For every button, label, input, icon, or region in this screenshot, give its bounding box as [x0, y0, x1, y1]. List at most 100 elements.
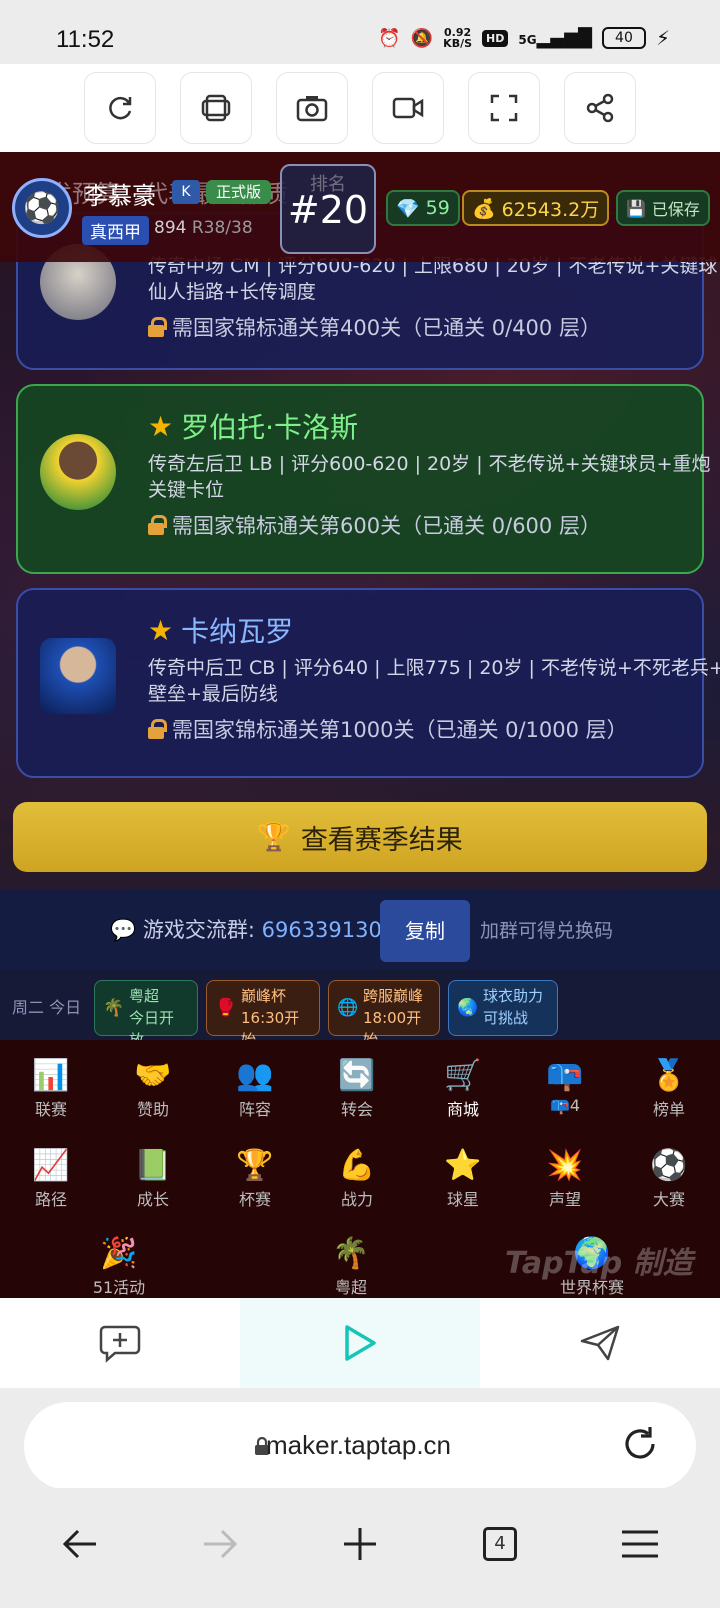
charging-icon: ⚡ [655, 26, 670, 50]
player-avatar [40, 638, 116, 714]
forward-button[interactable] [180, 1512, 260, 1576]
tab-count: 4 [483, 1527, 517, 1561]
share-icon [586, 93, 614, 123]
card-desc: 传奇中后卫 CB | 评分640 | 上限775 | 20岁 | 不老传说+不死… [148, 657, 720, 679]
star-icon: ★ [148, 409, 174, 443]
menu-cup[interactable]: 🏆 杯赛 [210, 1146, 300, 1210]
card-title: ★ 卡纳瓦罗 [148, 613, 294, 649]
plus-icon [344, 1528, 376, 1560]
lock-icon [148, 317, 167, 337]
fullscreen-icon [490, 94, 518, 122]
palm-tree-icon: 🌴 [332, 1236, 370, 1271]
gems-counter[interactable]: 💎 59 [386, 190, 460, 226]
rank-box[interactable]: 排名 #20 [280, 164, 376, 254]
legend-card-cannavaro[interactable]: ★ 卡纳瓦罗 传奇中后卫 CB | 评分640 | 上限775 | 20岁 | … [16, 588, 720, 778]
tabs-button[interactable]: 4 [460, 1512, 540, 1576]
soccer-ball-icon: ⚽ [23, 190, 61, 226]
menu-power[interactable]: 💪 战力 [312, 1146, 402, 1210]
browser-toolbar [0, 64, 720, 152]
menu-event-51[interactable]: 🎉 51活动 [74, 1234, 164, 1298]
status-icons: ⏰ 🔕 0.92 KB/S HD 5G▂▄▆█ 40 ⚡ [378, 26, 670, 50]
trend-chart-icon: 📈 [32, 1148, 70, 1183]
reload-icon [625, 1427, 655, 1459]
status-bar: 11:52 ⏰ 🔕 0.92 KB/S HD 5G▂▄▆█ 40 ⚡ [0, 0, 720, 64]
party-popper-icon: 🎉 [100, 1236, 138, 1271]
event-peak-cup[interactable]: 🥊 巅峰杯16:30开始 [206, 980, 320, 1049]
save-icon: 💾 [626, 198, 646, 218]
money-counter[interactable]: 💰 62543.2万 [462, 190, 610, 226]
palm-tree-icon: 🌴 [103, 998, 125, 1018]
handshake-icon: 🤝 [134, 1058, 172, 1093]
menu-growth[interactable]: 📗 成长 [108, 1146, 198, 1210]
menu-mail[interactable]: 📪 📪4 [520, 1056, 610, 1115]
refresh-button[interactable] [84, 72, 156, 144]
card-desc-2: 仙人指路+长传调度 [148, 281, 316, 303]
menu-path[interactable]: 📈 路径 [6, 1146, 96, 1210]
action-bar [0, 1298, 720, 1388]
taptap-watermark: TapTap 制造 [505, 1246, 693, 1281]
main-menu: 📊 联赛 🤝 赞助 👥 阵容 🔄 转会 🛒 商城 📪 📪4 🏅 榜单 📈 路径 📗 成长 🏆 杯赛 … [0, 1040, 720, 1298]
lock-icon [148, 719, 167, 739]
card-title: ★ 罗伯托·卡洛斯 [148, 409, 359, 445]
star-icon: ★ [148, 613, 174, 647]
event-cross-server[interactable]: 🌐 跨服巅峰18:00开始 [328, 980, 440, 1049]
comment-button[interactable] [0, 1298, 240, 1388]
menu-shop[interactable]: 🛒 商城 [418, 1056, 508, 1120]
menu-stars[interactable]: ⭐ 球星 [418, 1146, 508, 1210]
card-desc-2: 壁垒+最后防线 [148, 683, 278, 705]
share-button[interactable] [564, 72, 636, 144]
burst-icon: 💥 [546, 1148, 584, 1183]
copy-button[interactable]: 复制 [380, 900, 470, 962]
record-button[interactable] [372, 72, 444, 144]
unlock-requirement: 需国家锦标通关第600关（已通关 0/600 层） [148, 510, 601, 540]
game-viewport: 传奇中场 CM | 评分600-620 | 上限680 | 20岁 | 不老传说… [0, 152, 720, 1298]
gem-icon: 💎 [396, 197, 420, 220]
rank-value: #20 [287, 188, 369, 232]
url-text: maker.taptap.cn [266, 1430, 451, 1460]
net-speed: 0.92 KB/S [443, 26, 473, 50]
back-button[interactable] [40, 1512, 120, 1576]
earth-icon: 🌏 [457, 998, 479, 1018]
reload-button[interactable] [620, 1424, 660, 1468]
play-button[interactable] [240, 1298, 480, 1388]
season-results-button[interactable]: 🏆 查看赛季结果 [13, 802, 707, 872]
menu-reputation[interactable]: 💥 声望 [520, 1146, 610, 1210]
league-badge: 真西甲 [82, 216, 149, 245]
menu-button[interactable] [600, 1512, 680, 1576]
unlock-requirement: 需国家锦标通关第1000关（已通关 0/1000 层） [148, 714, 628, 744]
club-avatar[interactable]: ⚽ [12, 178, 72, 238]
event-yuechao[interactable]: 🌴 粤超今日开放 [94, 980, 198, 1049]
menu-ranking[interactable]: 🏅 榜单 [624, 1056, 714, 1120]
comment-add-icon [99, 1325, 141, 1363]
url-field[interactable]: maker.taptap.cn [24, 1402, 696, 1490]
signal-icon: 5G▂▄▆█ [518, 27, 592, 49]
fullscreen-button[interactable] [468, 72, 540, 144]
screenshot-button[interactable] [276, 72, 348, 144]
refresh-icon [109, 96, 132, 120]
arrow-right-icon [204, 1529, 238, 1559]
menu-lineup[interactable]: 👥 阵容 [210, 1056, 300, 1120]
battery-icon: 40 [601, 27, 646, 49]
player-avatar [40, 434, 116, 510]
save-status[interactable]: 💾 已保存 [616, 190, 710, 226]
vip-badge: K [172, 180, 200, 204]
legend-card-carlos[interactable]: ★ 罗伯托·卡洛斯 传奇左后卫 LB | 评分600-620 | 20岁 | 不… [16, 384, 711, 574]
event-jersey[interactable]: 🌏 球衣助力 可挑战 [448, 980, 558, 1036]
trophy-icon: 🏆 [236, 1148, 274, 1183]
camera-icon [296, 96, 328, 122]
group-info: 💬 游戏交流群: 696339130 [110, 918, 382, 942]
layers-button[interactable] [180, 72, 252, 144]
send-icon [580, 1325, 620, 1361]
menu-tournament[interactable]: ⚽ 大赛 [624, 1146, 714, 1210]
hamburger-icon [622, 1530, 658, 1558]
transfer-icon: 🔄 [338, 1058, 376, 1093]
money-bag-icon: 💰 [472, 197, 496, 220]
new-tab-button[interactable] [320, 1512, 400, 1576]
menu-league[interactable]: 📊 联赛 [6, 1056, 96, 1120]
menu-yuechao[interactable]: 🌴 粤超 [306, 1234, 396, 1298]
address-bar: maker.taptap.cn [0, 1388, 720, 1490]
send-button[interactable] [480, 1298, 720, 1388]
card-desc: 传奇左后卫 LB | 评分600-620 | 20岁 | 不老传说+关键球员+重… [148, 453, 711, 475]
menu-sponsor[interactable]: 🤝 赞助 [108, 1056, 198, 1120]
menu-transfer[interactable]: 🔄 转会 [312, 1056, 402, 1120]
